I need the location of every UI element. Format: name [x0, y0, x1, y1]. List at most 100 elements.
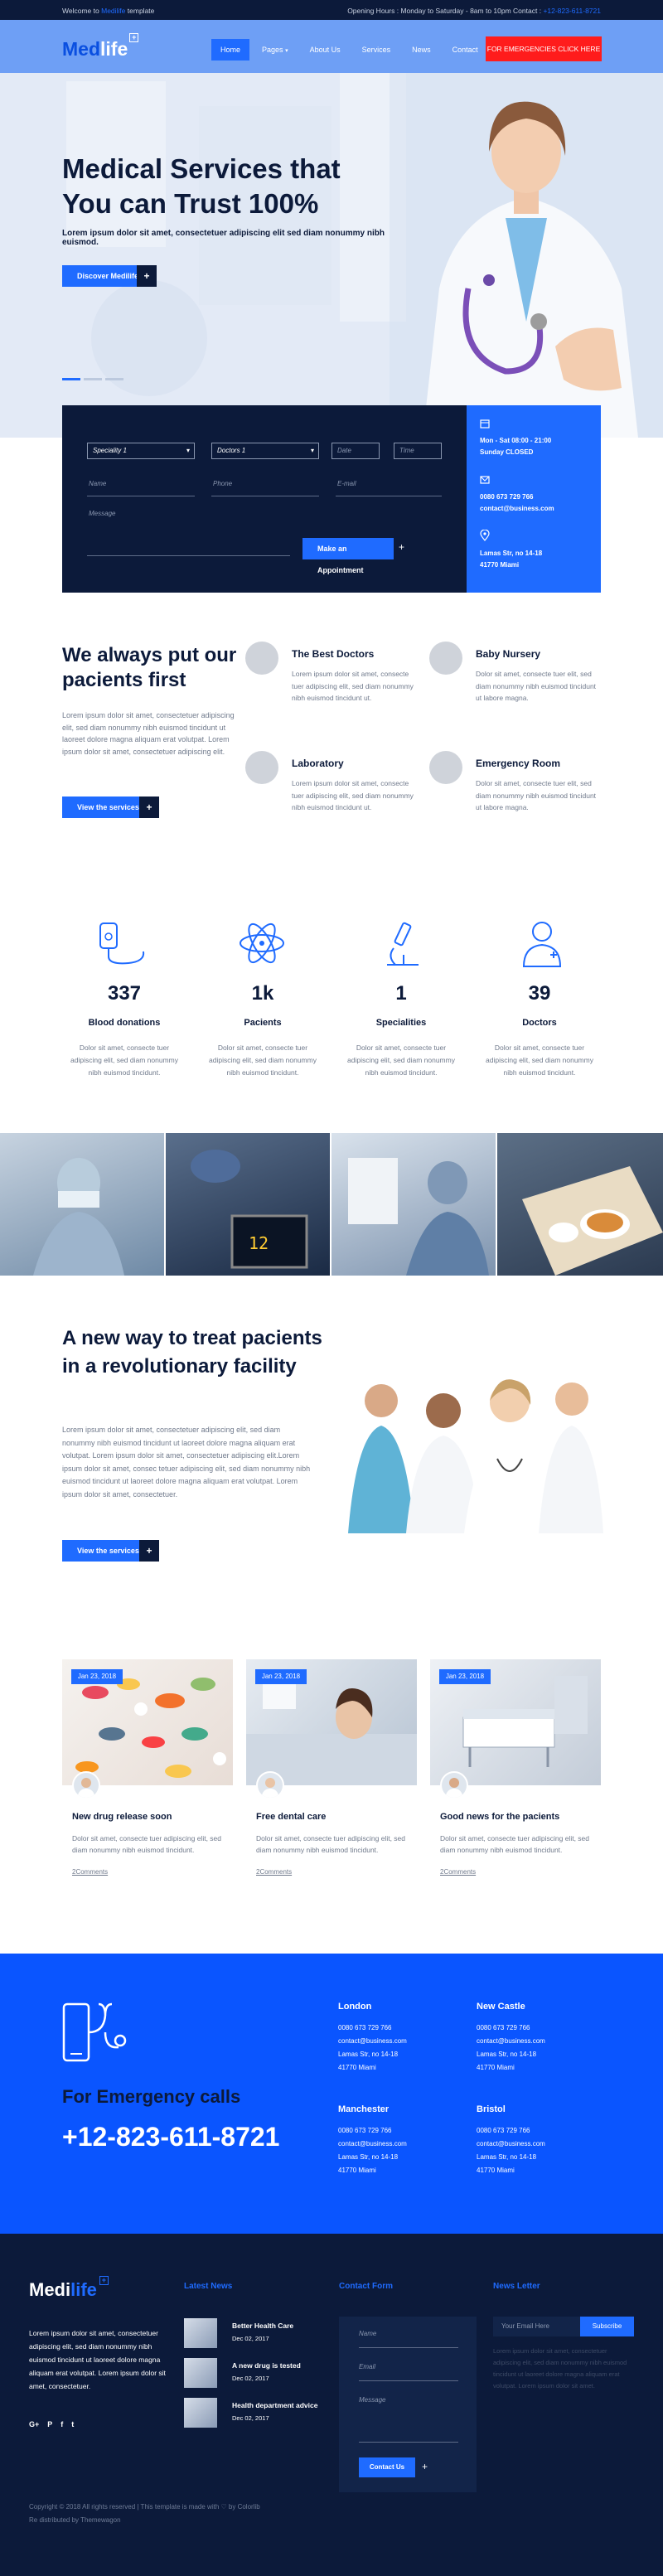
topbar-phone: +12-823-611-8721	[543, 7, 601, 15]
calendar-icon	[480, 419, 490, 429]
stat-label: Doctors	[522, 1018, 557, 1028]
subscribe-button[interactable]: Subscribe	[580, 2317, 634, 2336]
hours-line-2: Sunday CLOSED	[480, 448, 534, 456]
slide-dot-3[interactable]	[105, 378, 123, 380]
distributed-by: Re distributed by Themewagon	[29, 2516, 121, 2524]
info-email[interactable]: contact@business.com	[480, 503, 554, 515]
author-avatar	[256, 1771, 284, 1799]
message-textarea[interactable]: Message	[87, 508, 290, 556]
nav-about-us[interactable]: About Us	[301, 39, 350, 61]
stat-text: Dolor sit amet, consecte tuer adipiscing…	[209, 1043, 317, 1077]
about-text: Lorem ipsum dolor sit amet, consectetuer…	[62, 711, 235, 756]
nav-pages[interactable]: Pages ▾	[253, 39, 298, 61]
contact-email-input[interactable]: Email	[359, 2363, 458, 2381]
phone-stethoscope-icon	[62, 2002, 127, 2062]
news-date: Jan 23, 2018	[255, 1669, 307, 1684]
feature-title: A new way to treat pacients in a revolut…	[62, 1327, 322, 1378]
stat-label: Blood donations	[88, 1018, 161, 1028]
news-comments-link[interactable]: 2Comments	[72, 1868, 108, 1876]
map-pin-icon	[480, 530, 490, 541]
time-input[interactable]: Time	[394, 443, 442, 459]
news-comments-link[interactable]: 2Comments	[256, 1868, 292, 1876]
stat-number: 337	[107, 982, 142, 1005]
service-text: Lorem ipsum dolor sit amet, consecte tue…	[292, 779, 414, 811]
news-thumbnail[interactable]	[184, 2398, 217, 2428]
plus-icon: +	[137, 265, 157, 287]
footer-news-title[interactable]: Better Health Care	[232, 2322, 293, 2330]
newsletter-heading: News Letter	[493, 2282, 540, 2291]
logo-cross-icon: +	[99, 2276, 109, 2285]
footer-news-date: Dec 02, 2017	[232, 2375, 269, 2382]
first-aid-icon	[429, 751, 462, 784]
news-title[interactable]: New drug release soon	[72, 1812, 172, 1822]
chevron-down-icon: ▾	[285, 48, 288, 54]
make-appointment-button[interactable]: Make an Appointment	[302, 538, 394, 574]
office-city: London	[338, 2002, 372, 2012]
email-input[interactable]: E-mail	[336, 478, 442, 496]
logo[interactable]: Medlife +	[62, 33, 139, 61]
slide-dot-2[interactable]	[84, 378, 102, 380]
footer-news-date: Dec 02, 2017	[232, 2414, 269, 2422]
nav-contact[interactable]: Contact	[443, 39, 487, 61]
office-details: 0080 673 729 766 contact@business.com Lama…	[477, 2127, 545, 2174]
hero-title: Medical Services that You can Trust 100%	[62, 153, 341, 219]
phone-input[interactable]: Phone	[211, 478, 319, 496]
service-text: Dolor sit amet, consecte tuer elit, sed …	[476, 670, 597, 702]
news-thumbnail[interactable]	[184, 2358, 217, 2388]
footer-news-title[interactable]: A new drug is tested	[232, 2361, 301, 2370]
google-plus-icon[interactable]: G+	[29, 2420, 39, 2428]
logo-cross-icon: +	[129, 33, 139, 42]
discover-button[interactable]: Discover Medilife +	[62, 265, 157, 287]
twitter-icon[interactable]: t	[71, 2420, 74, 2428]
copyright: Copyright © 2018 All rights reserved | T…	[29, 2503, 260, 2511]
footer-news-title[interactable]: Health department advice	[232, 2401, 317, 2409]
doctors-team-photo	[348, 1379, 603, 1533]
service-title: Baby Nursery	[476, 648, 541, 660]
date-input[interactable]: Date	[332, 443, 380, 459]
plus-icon: +	[139, 1540, 159, 1562]
news-title[interactable]: Free dental care	[256, 1812, 326, 1822]
office-details: 0080 673 729 766 contact@business.com Lama…	[338, 2024, 407, 2071]
contact-name-input[interactable]: Name	[359, 2330, 458, 2348]
envelope-icon	[480, 476, 490, 484]
slide-dot-1[interactable]	[62, 378, 80, 380]
news-comments-link[interactable]: 2Comments	[440, 1868, 476, 1876]
news-thumbnail[interactable]	[184, 2318, 217, 2348]
office-details: 0080 673 729 766 contact@business.com Lama…	[338, 2127, 407, 2174]
contact-info-card: Mon - Sat 08:00 - 21:00 Sunday CLOSED 00…	[467, 405, 601, 593]
contact-message-textarea[interactable]: Message	[359, 2396, 458, 2443]
emergency-label: For Emergency calls	[62, 2086, 241, 2107]
contact-us-button[interactable]: Contact Us	[359, 2457, 415, 2477]
footer-logo[interactable]: Medilife +	[29, 2276, 109, 2301]
emergency-phone[interactable]: +12-823-611-8721	[62, 2122, 279, 2152]
newsletter-email-input[interactable]: Your Email Here	[493, 2317, 580, 2336]
office-details: 0080 673 729 766 contact@business.com Lama…	[477, 2024, 545, 2071]
feature-text: Lorem ipsum dolor sit amet, consectetuer…	[62, 1426, 311, 1499]
nav-services[interactable]: Services	[353, 39, 400, 61]
blood-bag-icon	[99, 922, 145, 965]
nav-news[interactable]: News	[403, 39, 440, 61]
view-services-button[interactable]: View the services +	[62, 1540, 159, 1562]
news-title[interactable]: Good news for the pacients	[440, 1812, 559, 1822]
service-title: Emergency Room	[476, 758, 561, 769]
view-services-button[interactable]: View the services +	[62, 797, 159, 818]
stat-text: Dolor sit amet, consecte tuer adipiscing…	[486, 1043, 593, 1077]
footer: Medilife + Lorem ipsum dolor sit amet, co…	[0, 2234, 663, 2576]
facebook-icon[interactable]: f	[60, 2420, 63, 2428]
speciality-select[interactable]: Speciality 1 ▾	[87, 443, 195, 459]
baby-icon	[429, 642, 462, 675]
plus-icon: +	[422, 2461, 428, 2472]
nav-home[interactable]: Home	[211, 39, 250, 61]
service-title: Laboratory	[292, 758, 344, 769]
author-avatar	[440, 1771, 468, 1799]
top-bar: Welcome to Medilife template Opening Hou…	[0, 0, 663, 20]
pinterest-icon[interactable]: P	[47, 2420, 52, 2428]
header: Medlife + Home Pages ▾ About Us Services …	[0, 20, 663, 73]
doctor-select[interactable]: Doctors 1 ▾	[211, 443, 319, 459]
atom-icon	[240, 922, 284, 964]
name-input[interactable]: Name	[87, 478, 195, 496]
info-phone: 0080 673 729 766	[480, 493, 534, 501]
news-date: Jan 23, 2018	[71, 1669, 123, 1684]
emergency-button[interactable]: FOR EMERGENCIES CLICK HERE	[486, 36, 602, 61]
stat-text: Dolor sit amet, consecte tuer adipiscing…	[347, 1043, 455, 1077]
